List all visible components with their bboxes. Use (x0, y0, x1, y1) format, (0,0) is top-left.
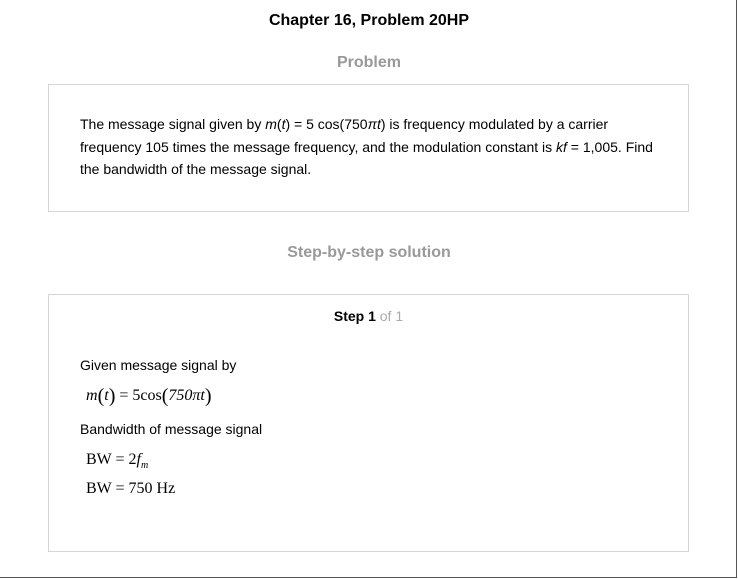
step-of: of 1 (375, 308, 404, 324)
problem-card: The message signal given by m(t) = 5 cos… (48, 84, 689, 212)
eq2-lhs: BW = 2 (86, 451, 137, 468)
eq1-inner: 750πt (168, 387, 205, 404)
problem-text: The message signal given by m(t) = 5 cos… (80, 113, 660, 181)
problem-pi-t: πt (367, 116, 381, 132)
solution-line-1: Given message signal by (80, 357, 237, 373)
eq1-rhs: = 5cos (119, 387, 162, 404)
step-header: Step 1 of 1 (49, 308, 688, 324)
solution-heading: Step-by-step solution (287, 244, 451, 261)
step-label: Step 1 (333, 308, 376, 324)
equation-2: BW = 2fm (86, 451, 148, 471)
problem-kf: kf (556, 138, 567, 155)
solution-line-2: Bandwidth of message signal (80, 421, 263, 437)
problem-heading: Problem (336, 54, 401, 71)
eq2-sub: m (140, 460, 149, 472)
problem-m-var: m (265, 116, 277, 132)
solution-card: Step 1 of 1 Given message signal by m(t)… (48, 294, 689, 552)
problem-text-part1: The message signal given by (80, 116, 266, 132)
problem-text-part2: = 5 cos(750 (290, 116, 368, 132)
equation-1: m(t) = 5cos(750πt) (86, 385, 212, 407)
equation-3: BW = 750 Hz (86, 480, 176, 497)
chapter-title: Chapter 16, Problem 20HP (268, 12, 470, 29)
eq1-lhs: m (86, 387, 98, 404)
